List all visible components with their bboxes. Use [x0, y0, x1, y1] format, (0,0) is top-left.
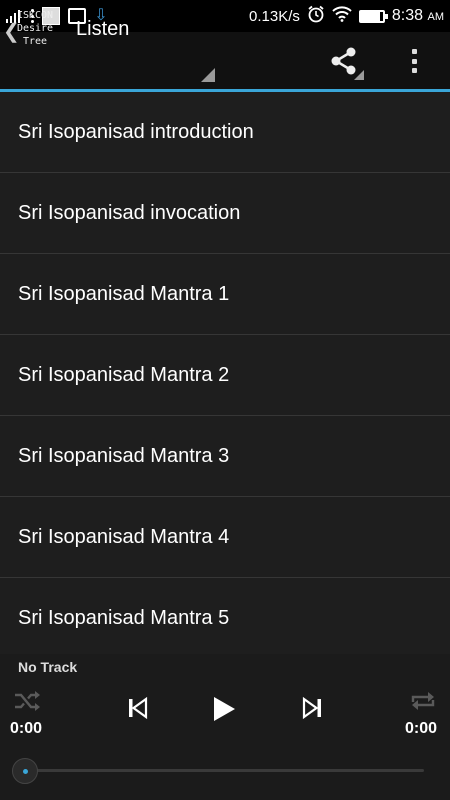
battery-icon: [358, 9, 388, 23]
repeat-button[interactable]: [408, 690, 438, 712]
list-item[interactable]: Sri Isopanisad Mantra 1: [0, 254, 450, 335]
track-list[interactable]: Sri Isopanisad introduction Sri Isopanis…: [0, 92, 450, 654]
page-title-spinner[interactable]: Listen: [76, 18, 129, 41]
elapsed-time: 0:00: [10, 720, 43, 737]
alarm-icon: [307, 5, 325, 27]
spinner-indicator-icon: [201, 68, 215, 82]
net-speed: 0.13K/s: [249, 7, 300, 25]
previous-button[interactable]: [126, 696, 150, 720]
status-bar: ⇩ 0.13K/s 8:38 AM: [0, 0, 450, 32]
clock: 8:38 AM: [391, 7, 444, 24]
list-item[interactable]: Sri Isopanisad Mantra 3: [0, 416, 450, 497]
brand-line: Tree: [22, 36, 48, 47]
next-icon: [302, 696, 321, 720]
seek-thumb[interactable]: [12, 758, 38, 784]
list-item[interactable]: Sri Isopanisad introduction: [0, 92, 450, 173]
player-panel: No Track 0:00 0:00: [0, 654, 450, 800]
play-button[interactable]: [210, 694, 238, 724]
play-icon: [214, 697, 235, 721]
share-dropdown-indicator-icon: [354, 70, 364, 80]
total-duration: 0:00: [405, 720, 438, 737]
list-item[interactable]: Sri Isopanisad Mantra 2: [0, 335, 450, 416]
list-item[interactable]: Sri Isopanisad Mantra 5: [0, 578, 450, 654]
next-button[interactable]: [300, 696, 324, 720]
repeat-icon: [411, 692, 435, 710]
previous-icon: [129, 696, 148, 720]
shuffle-button[interactable]: [12, 690, 42, 712]
seek-bar[interactable]: [22, 769, 424, 772]
app-logo[interactable]: ISKCON Desire Tree: [14, 9, 56, 48]
wifi-icon: [332, 6, 352, 26]
action-bar: [0, 32, 450, 89]
list-item[interactable]: Sri Isopanisad Mantra 4: [0, 497, 450, 578]
brand-line: ISKCON: [16, 10, 54, 21]
now-playing-label: No Track: [18, 659, 78, 675]
list-item[interactable]: Sri Isopanisad invocation: [0, 173, 450, 254]
brand-line: Desire: [16, 23, 54, 34]
shuffle-icon: [15, 691, 40, 711]
overflow-menu-icon[interactable]: [406, 46, 422, 76]
